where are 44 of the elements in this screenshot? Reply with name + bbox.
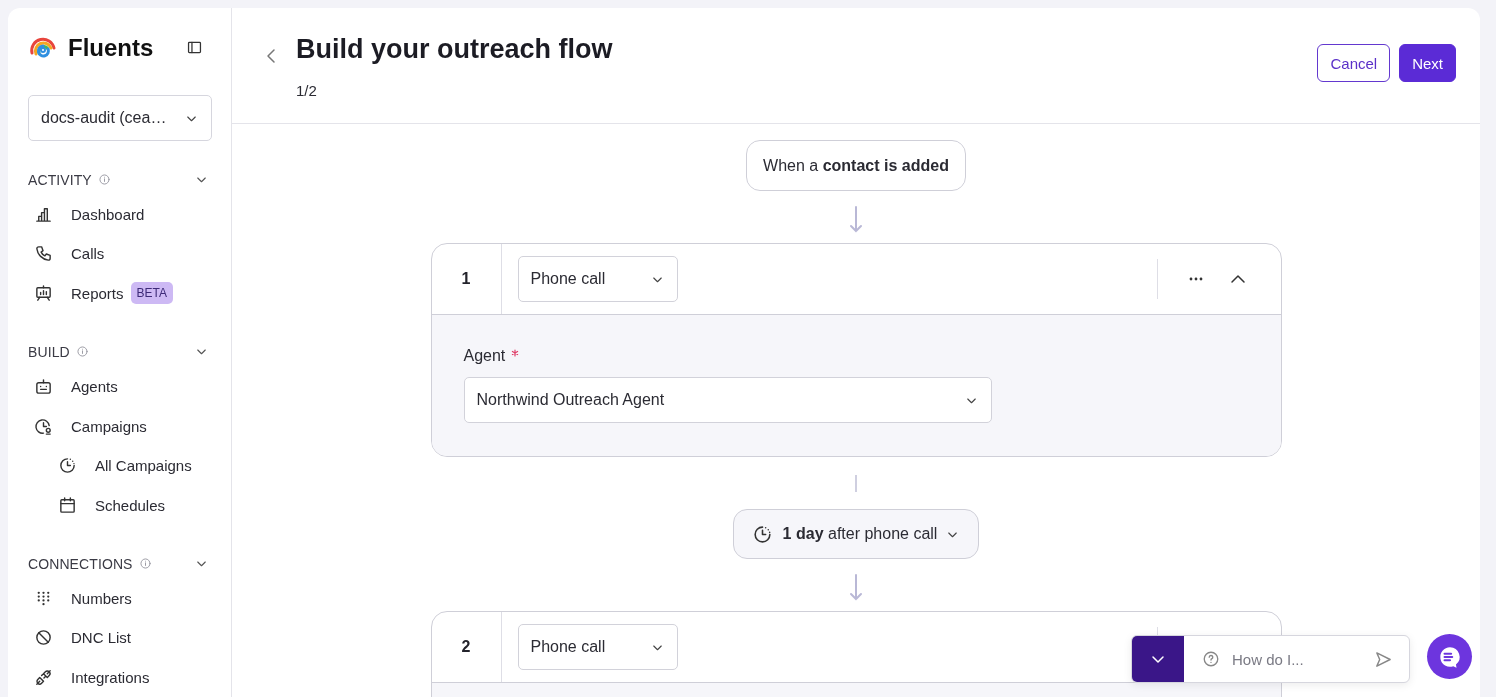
step-counter: 1/2 (296, 82, 318, 99)
page-title: Build your outreach flow (296, 33, 614, 66)
section-title: CONNECTIONS (28, 555, 133, 572)
nav-item[interactable]: Reports BETA (28, 273, 211, 314)
clock-icon (751, 523, 773, 545)
field-label: Agent (463, 347, 506, 365)
phone-icon (34, 244, 53, 264)
action-select[interactable]: Phone call (517, 256, 678, 302)
down-arrow-icon (849, 573, 863, 601)
section-title: BUILD (28, 343, 70, 360)
nav-item[interactable]: Dashboard (28, 194, 211, 235)
info-icon (138, 557, 152, 571)
step-number: 1 (431, 244, 502, 314)
beta-badge: BETA (130, 282, 173, 305)
calendar-icon (58, 495, 77, 515)
agent-select[interactable]: Northwind Outreach Agent (463, 377, 992, 423)
nav-item[interactable]: Schedules (28, 485, 211, 525)
send-icon[interactable] (1374, 649, 1393, 669)
step-number: 2 (431, 612, 502, 682)
cancel-button[interactable]: Cancel (1317, 44, 1391, 82)
workspace-select[interactable]: docs-audit (cea… (28, 95, 212, 141)
nav-item[interactable]: DNC List (28, 617, 211, 658)
nav-item[interactable]: Integrations (28, 657, 211, 697)
info-icon (75, 345, 89, 359)
nav-item[interactable]: Calls (28, 234, 211, 274)
trigger-node[interactable]: When a contact is added (746, 140, 966, 191)
nav-item[interactable]: All Campaigns (28, 445, 211, 486)
robot-icon (34, 377, 53, 396)
nav-item[interactable]: Agents (28, 366, 211, 407)
logo-text: Fluents (68, 33, 155, 62)
down-arrow-icon (849, 205, 863, 233)
delay-select[interactable]: 1 day after phone call (732, 509, 980, 559)
clock-person-icon (34, 416, 53, 436)
nav-item[interactable]: Campaigns (28, 406, 211, 446)
action-select[interactable]: Phone call (517, 624, 678, 670)
plug-icon (34, 667, 53, 687)
prohibited-icon (34, 628, 53, 648)
help-icon (1202, 650, 1220, 668)
next-button[interactable]: Next (1399, 44, 1456, 82)
section-title: ACTIVITY (28, 171, 92, 188)
info-icon (97, 173, 111, 187)
nav-item[interactable]: Numbers (28, 578, 211, 618)
clock-icon (58, 456, 77, 475)
presentation-chart-icon (34, 283, 53, 303)
